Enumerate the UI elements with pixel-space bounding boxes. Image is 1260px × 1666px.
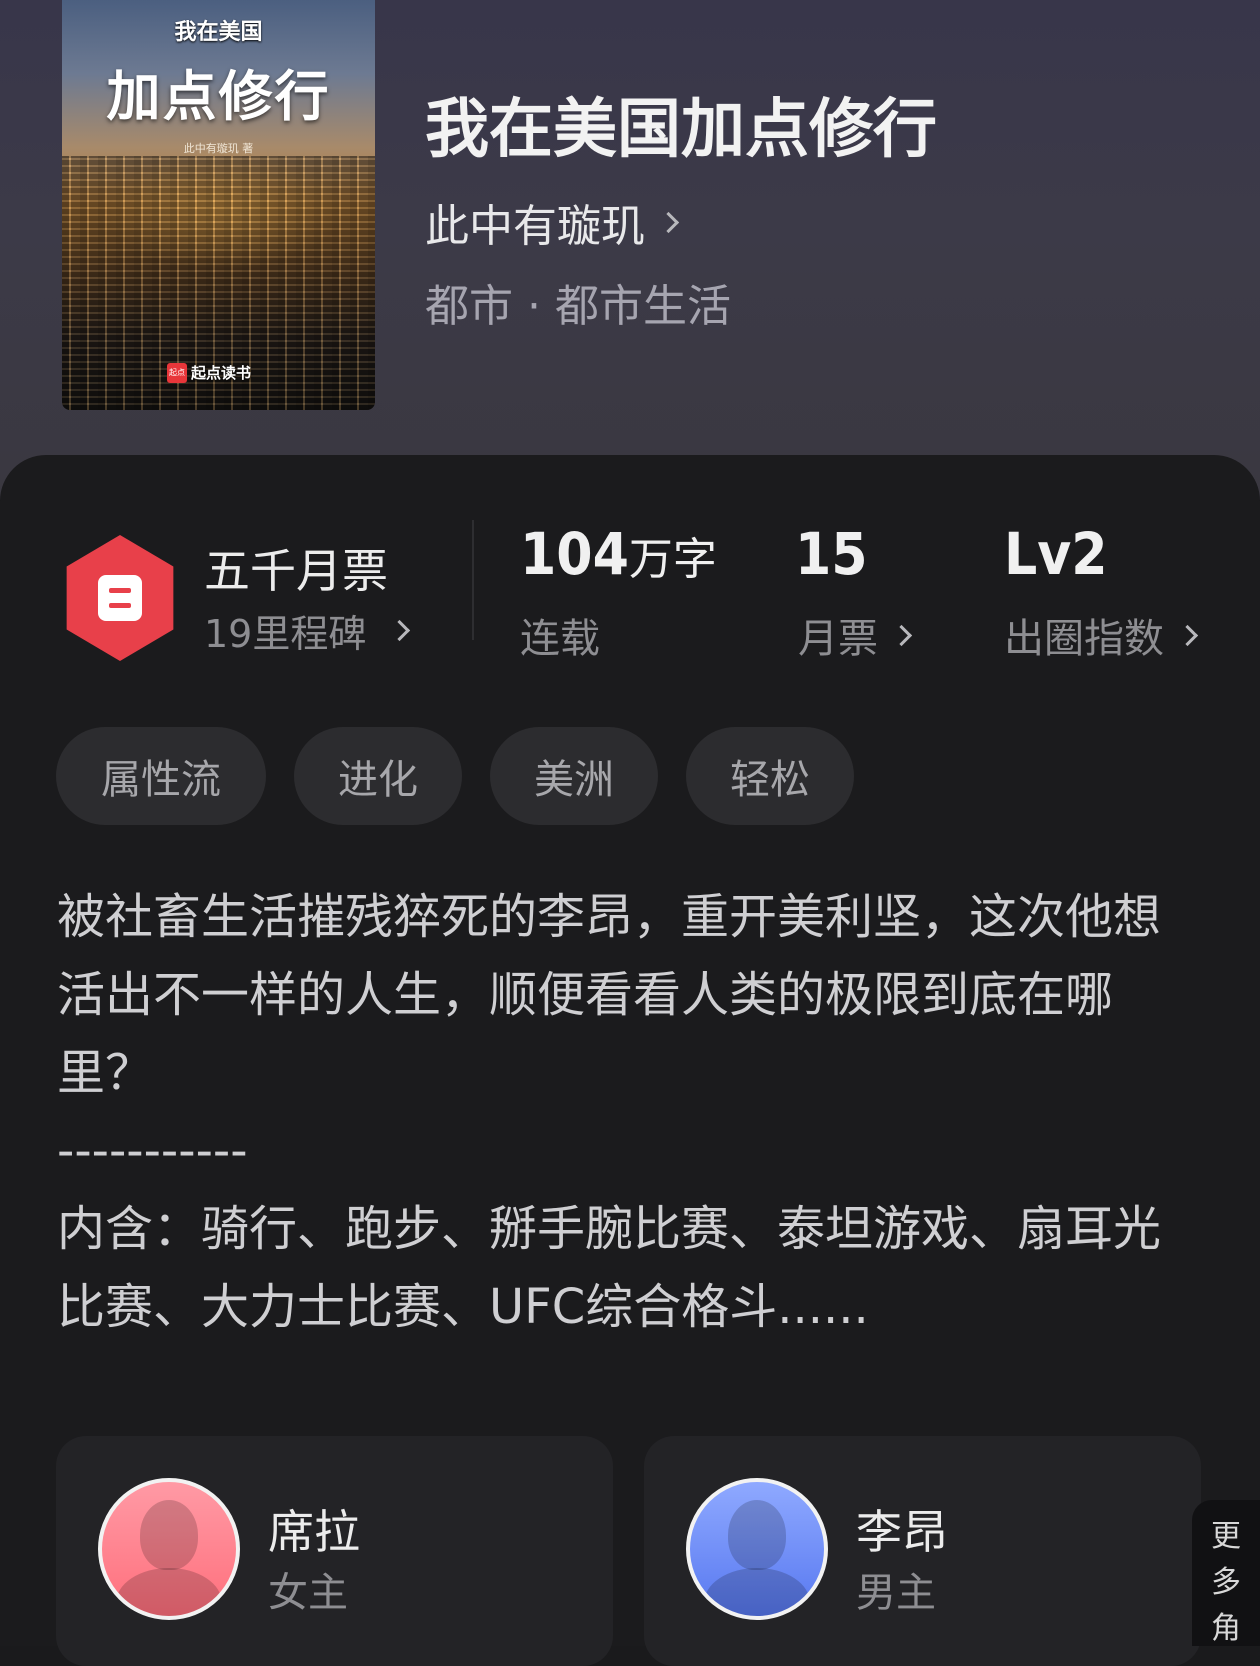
- divider: [472, 520, 474, 640]
- chevron-right-icon: [890, 624, 913, 646]
- book-synopsis[interactable]: 被社畜生活摧残猝死的李昂，重开美利坚，这次他想活出不一样的人生，顺便看看人类的极…: [57, 878, 1187, 1346]
- silhouette-shoulders: [704, 1568, 810, 1616]
- chevron-right-icon: [657, 211, 680, 233]
- more-characters-char: 更: [1211, 1519, 1241, 1554]
- monthly-votes-link[interactable]: 月票: [798, 606, 913, 664]
- character-role: 男主: [856, 1570, 936, 1616]
- milestone-subtitle: 19里程碑: [204, 612, 367, 656]
- word-count-value: 104万字: [520, 520, 717, 588]
- cover-author: 此中有璇玑 著: [183, 142, 254, 155]
- milestone-title[interactable]: 五千月票: [204, 535, 388, 601]
- breakout-index-link[interactable]: 出圈指数: [1004, 606, 1199, 664]
- book-category[interactable]: 都市 · 都市生活: [425, 270, 731, 334]
- character-card[interactable]: 李昂 男主: [644, 1436, 1201, 1666]
- female-silhouette-icon: [140, 1500, 198, 1570]
- breakout-index-label: 出圈指数: [1004, 616, 1164, 662]
- word-count-number: 104: [520, 520, 629, 588]
- male-silhouette-icon: [728, 1500, 786, 1570]
- book-cover[interactable]: 我在美国 加点修行 此中有璇玑 著 起点 起点读书: [62, 0, 375, 410]
- more-characters-char: 多: [1211, 1565, 1241, 1600]
- cover-title: 加点修行: [106, 64, 331, 128]
- monthly-votes-label: 月票: [798, 616, 878, 662]
- word-count-unit: 万字: [628, 534, 717, 585]
- milestone-link[interactable]: 19里程碑: [204, 603, 411, 658]
- character-name: 李昂: [856, 1505, 948, 1559]
- tag-chip[interactable]: 轻松: [686, 727, 854, 825]
- serial-status: 连载: [520, 616, 600, 662]
- more-characters-char: 角: [1211, 1611, 1241, 1646]
- cover-subtitle: 我在美国: [174, 20, 263, 45]
- ticket-icon: [98, 575, 142, 621]
- breakout-index-value: Lv2: [1004, 520, 1108, 588]
- book-title: 我在美国加点修行: [425, 92, 937, 167]
- synopsis-paragraph: 被社畜生活摧残猝死的李昂，重开美利坚，这次他想活出不一样的人生，顺便看看人类的极…: [57, 889, 1162, 1101]
- avatar: [98, 1478, 240, 1620]
- avatar: [686, 1478, 828, 1620]
- chevron-right-icon: [389, 619, 411, 642]
- character-card[interactable]: 席拉 女主: [56, 1436, 613, 1666]
- synopsis-paragraph: 内含：骑行、跑步、掰手腕比赛、泰坦游戏、扇耳光比赛、大力士比赛、UFC综合格斗.…: [57, 1201, 1162, 1335]
- tag-chip[interactable]: 属性流: [56, 727, 266, 825]
- tag-chip[interactable]: 美洲: [490, 727, 658, 825]
- character-name: 席拉: [268, 1505, 360, 1559]
- more-characters-button[interactable]: 更 多 角: [1192, 1500, 1260, 1646]
- cover-brand: 起点 起点读书: [167, 362, 251, 383]
- synopsis-divider: -----------: [57, 1123, 248, 1179]
- silhouette-shoulders: [116, 1568, 222, 1616]
- word-count-label: 连载: [520, 606, 600, 664]
- author-name: 此中有璇玑: [425, 201, 645, 252]
- chevron-right-icon: [1176, 624, 1199, 646]
- tag-chip[interactable]: 进化: [294, 727, 462, 825]
- cover-brand-text: 起点读书: [191, 364, 252, 382]
- qidian-logo-icon: 起点: [167, 362, 187, 383]
- monthly-votes-value: 15: [795, 520, 868, 588]
- character-role: 女主: [268, 1570, 348, 1616]
- author-link[interactable]: 此中有璇玑: [425, 190, 680, 254]
